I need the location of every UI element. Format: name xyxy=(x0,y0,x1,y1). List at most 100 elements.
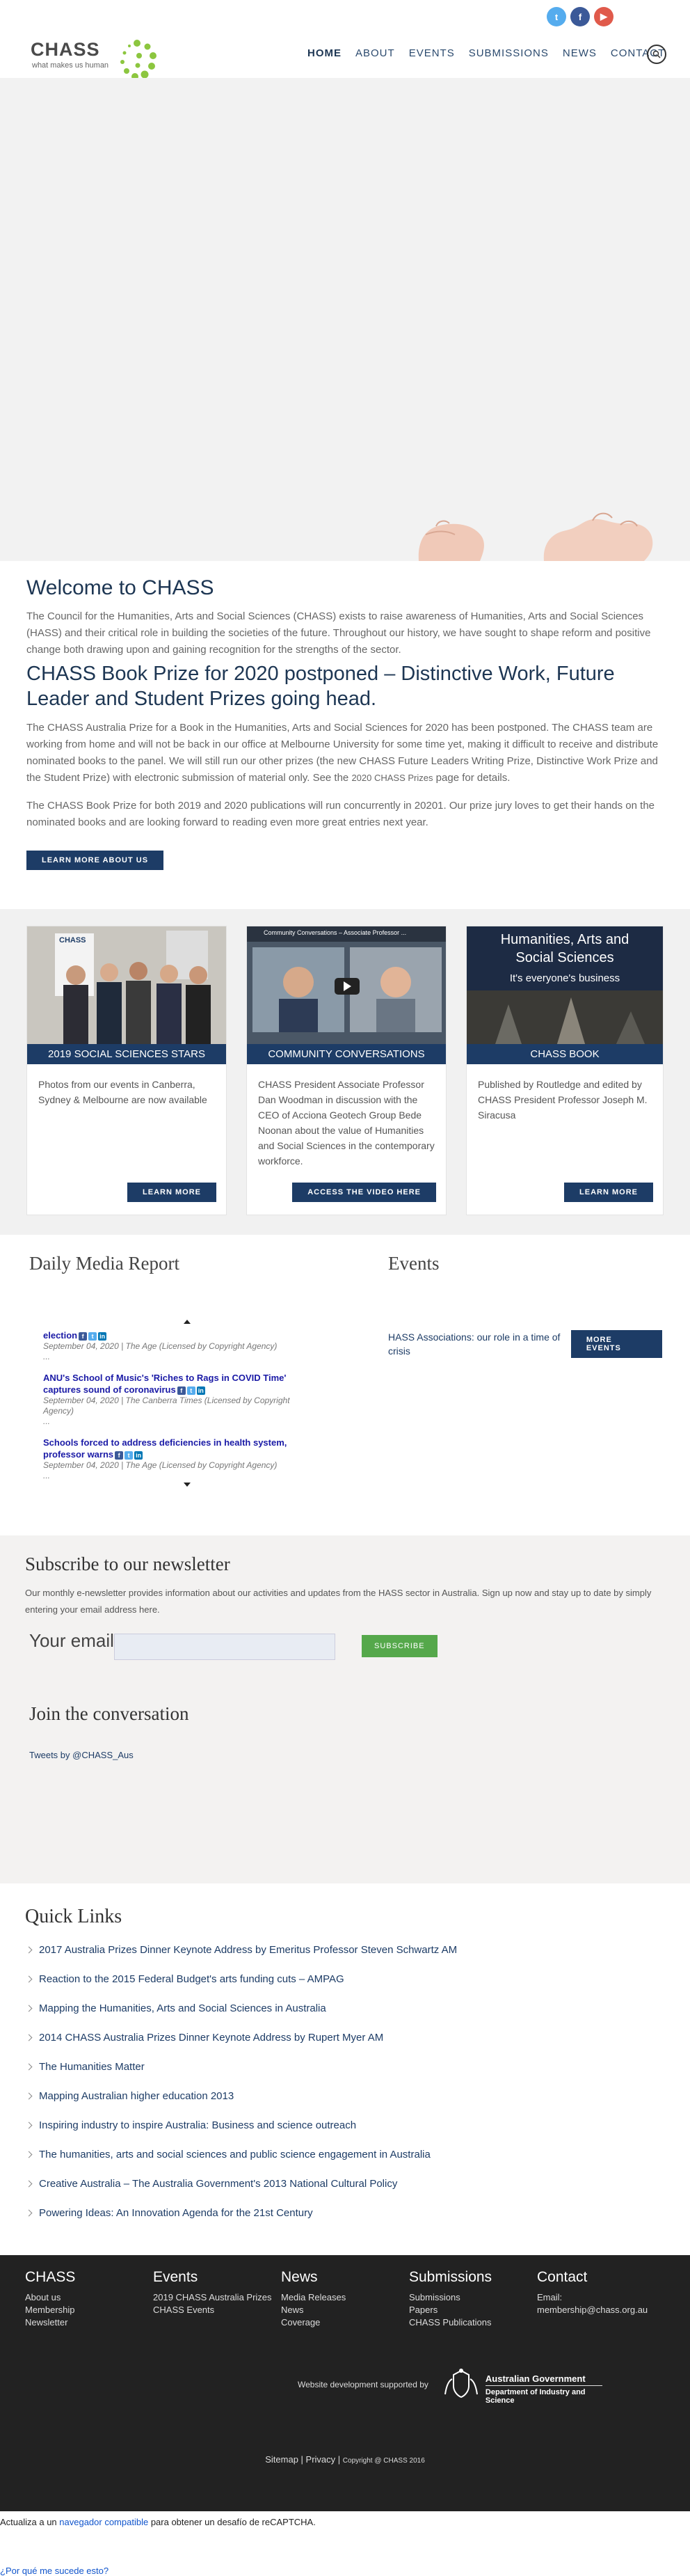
compatible-browser-link[interactable]: navegador compatible xyxy=(59,2517,148,2527)
facebook-share-icon[interactable]: f xyxy=(79,1332,88,1341)
chass-prizes-link[interactable]: 2020 CHASS Prizes xyxy=(351,773,433,783)
footer-col-title: CHASS xyxy=(25,2269,76,2285)
subscribe-text: Our monthly e-newsletter provides inform… xyxy=(25,1588,652,1615)
event-item: HASS Associations: our role in a time of… xyxy=(388,1330,662,1358)
footer-link[interactable]: CHASS Publications xyxy=(409,2316,537,2329)
footer-link[interactable]: 2019 CHASS Australia Prizes xyxy=(153,2291,281,2304)
footer-link[interactable]: membership@chass.org.au xyxy=(537,2304,665,2316)
twitter-share-icon[interactable]: t xyxy=(125,1451,134,1460)
footer-col-news: News Media Releases News Coverage xyxy=(281,2269,409,2329)
twitter-share-icon[interactable]: t xyxy=(186,1386,195,1395)
twitter-icon[interactable]: t xyxy=(547,7,566,26)
footer-link[interactable]: News xyxy=(281,2304,409,2316)
facebook-icon[interactable]: f xyxy=(570,7,590,26)
footer-link[interactable]: Membership xyxy=(25,2304,153,2316)
video-thumbnail[interactable]: Community Conversations – Associate Prof… xyxy=(247,926,446,1064)
footer-link[interactable]: About us xyxy=(25,2291,153,2304)
chass-banner-text: CHASS xyxy=(59,936,86,945)
learn-more-button[interactable]: LEARN MORE xyxy=(127,1183,216,1202)
privacy-link[interactable]: Privacy xyxy=(306,2454,336,2465)
footer-col-chass: CHASS About us Membership Newsletter xyxy=(25,2269,153,2329)
email-field[interactable] xyxy=(114,1634,335,1660)
linkedin-share-icon[interactable]: in xyxy=(134,1451,143,1460)
nav-submissions[interactable]: SUBMISSIONS xyxy=(469,47,549,59)
quick-link[interactable]: Reaction to the 2015 Federal Budget's ar… xyxy=(25,1973,665,1986)
nav-events[interactable]: EVENTS xyxy=(409,47,455,59)
quick-link[interactable]: Powering Ideas: An Innovation Agenda for… xyxy=(25,2206,665,2220)
book-prize-headline: CHASS Book Prize for 2020 postponed – Di… xyxy=(26,663,615,710)
subscribe-form: Your email SUBSCRIBE xyxy=(25,1628,665,1660)
feature-cards: CHASS 2019 SOCIAL SCIENCES STARS Photos … xyxy=(0,909,690,1235)
why-link[interactable]: ¿Por qué me sucede esto? xyxy=(0,2566,690,2576)
footer-link[interactable]: Papers xyxy=(409,2304,537,2316)
footer-link[interactable]: Newsletter xyxy=(25,2316,153,2329)
twitter-share-icon[interactable]: t xyxy=(88,1332,97,1341)
supported-by: Website development supported by Austral… xyxy=(298,2366,602,2405)
news-title-link[interactable]: election f t in xyxy=(43,1329,321,1341)
subscribe-button[interactable]: SUBSCRIBE xyxy=(362,1635,438,1657)
quick-links-section: Quick Links 2017 Australia Prizes Dinner… xyxy=(0,1883,690,2255)
event-link[interactable]: HASS Associations: our role in a time of… xyxy=(388,1330,561,1358)
book-cover: Humanities, Arts and Social Sciences It'… xyxy=(467,926,663,1064)
card-text: Photos from our events in Canberra, Sydn… xyxy=(38,1079,207,1105)
footer-link[interactable]: CHASS Events xyxy=(153,2304,281,2316)
footer-col-title: Events xyxy=(153,2269,198,2285)
footer-columns: CHASS About us Membership Newsletter Events 2… xyxy=(25,2269,665,2329)
search-button[interactable] xyxy=(647,45,666,64)
gov-department: Department of Industry and Science xyxy=(485,2388,586,2405)
facebook-share-icon[interactable]: f xyxy=(177,1386,186,1395)
footer-link[interactable]: Media Releases xyxy=(281,2291,409,2304)
nav-news[interactable]: NEWS xyxy=(563,47,597,59)
quick-links-title: Quick Links xyxy=(25,1906,122,1927)
footer-col-title: News xyxy=(281,2269,318,2285)
footer-link[interactable]: Submissions xyxy=(409,2291,537,2304)
recaptcha-notice: Actualiza a un navegador compatible para… xyxy=(0,2511,690,2576)
stars-photo: CHASS 2019 SOCIAL SCIENCES STARS xyxy=(27,926,226,1064)
quick-links-list: 2017 Australia Prizes Dinner Keynote Add… xyxy=(25,1943,665,2220)
nav-home[interactable]: HOME xyxy=(307,47,342,59)
facebook-share-icon[interactable]: f xyxy=(115,1451,124,1460)
footer-col-submissions: Submissions Submissions Papers CHASS Public… xyxy=(409,2269,537,2329)
coat-of-arms-icon xyxy=(444,2369,478,2399)
news-title-link[interactable]: Schools forced to address deficiencies i… xyxy=(43,1437,321,1460)
quick-link[interactable]: 2017 Australia Prizes Dinner Keynote Add… xyxy=(25,1943,665,1957)
card-caption: CHASS BOOK xyxy=(467,1044,663,1064)
card-community-conversations: Community Conversations – Associate Prof… xyxy=(246,926,447,1215)
quick-link[interactable]: The humanities, arts and social sciences… xyxy=(25,2148,665,2162)
footer-col-contact: Contact Email: membership@chass.org.au xyxy=(537,2269,665,2329)
access-video-button[interactable]: ACCESS THE VIDEO HERE xyxy=(292,1183,436,1202)
linkedin-share-icon[interactable]: in xyxy=(196,1386,205,1395)
quick-link[interactable]: Inspiring industry to inspire Australia:… xyxy=(25,2119,665,2133)
news-title: election xyxy=(43,1330,78,1341)
footer-link[interactable]: Coverage xyxy=(281,2316,409,2329)
scroll-up-arrow-icon[interactable] xyxy=(184,1320,191,1324)
search-icon xyxy=(652,50,661,58)
quick-link[interactable]: Mapping Australian higher education 2013 xyxy=(25,2089,665,2103)
book-prize-paragraph: The CHASS Australia Prize for a Book in … xyxy=(26,720,664,787)
news-ellipsis: ... xyxy=(43,1471,51,1480)
learn-more-button[interactable]: LEARN MORE xyxy=(564,1183,653,1202)
linkedin-share-icon[interactable]: in xyxy=(98,1332,107,1341)
sitemap-link[interactable]: Sitemap xyxy=(265,2454,298,2465)
tweets-link[interactable]: Tweets by @CHASS_Aus xyxy=(25,1750,665,1760)
news-title: Schools forced to address deficiencies i… xyxy=(43,1437,287,1460)
quick-link[interactable]: Mapping the Humanities, Arts and Social … xyxy=(25,2002,665,2016)
scroll-down-arrow-icon[interactable] xyxy=(184,1483,191,1487)
news-title-link[interactable]: ANU's School of Music's 'Riches to Rags … xyxy=(43,1372,321,1396)
logo-tagline: what makes us human xyxy=(32,61,109,70)
card-text: Published by Routledge and edited by CHA… xyxy=(478,1079,648,1121)
footer-link[interactable]: Email: xyxy=(537,2291,665,2304)
quick-link[interactable]: The Humanities Matter xyxy=(25,2060,665,2074)
youtube-icon[interactable]: ▶ xyxy=(594,7,613,26)
book-prize-paragraph-2: The CHASS Book Prize for both 2019 and 2… xyxy=(26,800,655,828)
quick-link[interactable]: 2014 CHASS Australia Prizes Dinner Keyno… xyxy=(25,2031,665,2045)
logo-wordmark: CHASS xyxy=(31,39,100,60)
more-events-button[interactable]: MORE EVENTS xyxy=(570,1330,662,1358)
news-ellipsis: ... xyxy=(43,1416,51,1426)
gov-title: Australian Government xyxy=(485,2373,586,2384)
recaptcha-line: Actualiza a un navegador compatible para… xyxy=(0,2517,690,2527)
media-events-section: Daily Media Report election f t in September… xyxy=(0,1235,690,1535)
learn-more-about-us-button[interactable]: LEARN MORE ABOUT US xyxy=(26,851,164,870)
quick-link[interactable]: Creative Australia – The Australia Gover… xyxy=(25,2177,665,2191)
nav-about[interactable]: ABOUT xyxy=(355,47,395,59)
